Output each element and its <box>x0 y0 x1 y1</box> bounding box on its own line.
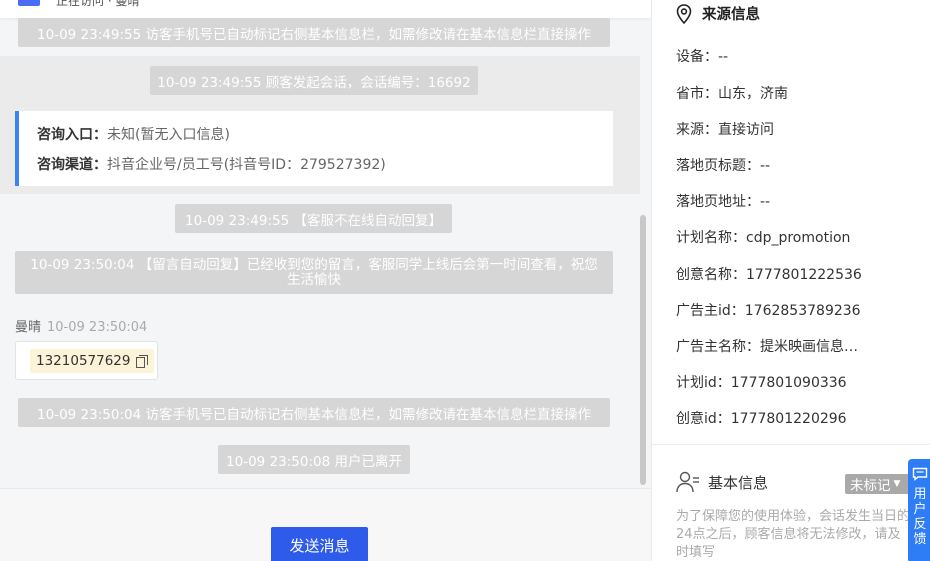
system-message: 10-09 23:50:08 用户已离开 <box>218 445 410 474</box>
info-row-advertiser-name: 广告主名称：提米映画信息科技 <box>676 339 866 355</box>
consult-entry-value: 未知(暂无入口信息) <box>107 127 230 143</box>
send-message-button[interactable]: 发送消息 <box>271 527 368 561</box>
info-row-landing-title: 落地页标题：-- <box>676 158 771 174</box>
system-message: 10-09 23:49:55 访客手机号已自动标记右侧基本信息栏，如需修改请在基… <box>18 18 610 47</box>
message-time: 10-09 23:50:04 <box>47 320 148 335</box>
feedback-label: 用户反馈 <box>913 487 927 547</box>
consult-info-card: 咨询入口：未知(暂无入口信息) 咨询渠道：抖音企业号/员工号(抖音号ID：279… <box>15 111 613 186</box>
chat-scrollbar[interactable] <box>640 215 646 485</box>
info-row-landing-url: 落地页地址：-- <box>676 194 771 210</box>
info-row-creative-name: 创意名称：1777801222536 <box>676 267 862 283</box>
info-row-city: 省市：山东，济南 <box>676 86 788 102</box>
system-message: 10-09 23:49:55 【客服不在线自动回复】 <box>175 204 452 233</box>
info-row-plan-name: 计划名称：cdp_promotion <box>676 230 851 246</box>
consult-entry-row: 咨询入口：未知(暂无入口信息) <box>37 124 230 144</box>
source-info-title: 来源信息 <box>702 7 760 23</box>
phone-number: 13210577629 <box>36 353 131 369</box>
consult-channel-label: 咨询渠道： <box>37 157 107 173</box>
chat-pane: 正在访问 · 曼晴 10-09 23:49:55 访客手机号已自动标记右侧基本信… <box>0 0 651 561</box>
info-row-creative-id: 创意id：1777801220296 <box>676 411 847 427</box>
mark-dropdown-value: 未标记 <box>850 478 891 494</box>
feedback-tab[interactable]: 用户反馈 <box>908 459 930 561</box>
info-row-source: 来源：直接访问 <box>676 122 774 138</box>
chat-bubble-icon <box>912 467 928 481</box>
basic-info-header: 基本信息 <box>676 471 768 493</box>
consult-entry-label: 咨询入口： <box>37 127 107 143</box>
sender-name: 曼晴 <box>15 320 42 335</box>
mark-dropdown[interactable]: 未标记 ▼ <box>845 474 909 494</box>
message-sender: 曼晴 10-09 23:50:04 <box>15 316 147 335</box>
chat-header-text: 正在访问 · 曼晴 <box>56 0 140 8</box>
chat-header-icon <box>18 0 40 6</box>
source-info-header: 来源信息 <box>676 3 760 24</box>
info-row-device: 设备：-- <box>676 49 729 65</box>
divider <box>652 444 930 445</box>
basic-info-note: 为了保障您的使用体验，会话发生当日的24点之后，顾客信息将无法修改，请及时填写 <box>676 509 911 560</box>
consult-channel-row: 咨询渠道：抖音企业号/员工号(抖音号ID：279527392) <box>37 154 386 174</box>
consult-channel-value: 抖音企业号/员工号(抖音号ID：279527392) <box>107 157 386 173</box>
message-bubble: 13210577629 <box>15 341 158 380</box>
location-pin-icon <box>676 3 692 24</box>
user-icon <box>676 471 699 493</box>
chevron-down-icon: ▼ <box>893 479 901 489</box>
info-row-advertiser-id: 广告主id：1762853789236 <box>676 303 861 319</box>
basic-info-title: 基本信息 <box>708 473 769 492</box>
copy-icon[interactable] <box>136 354 149 368</box>
system-message: 10-09 23:50:04 访客手机号已自动标记右侧基本信息栏，如需修改请在基… <box>18 398 610 427</box>
chat-header: 正在访问 · 曼晴 <box>0 0 651 18</box>
system-message: 10-09 23:49:55 顾客发起会话，会话编号：16692 <box>150 66 478 95</box>
info-row-plan-id: 计划id：1777801090336 <box>676 375 847 391</box>
system-message: 10-09 23:50:04 【留言自动回复】已经收到您的留言，客服同学上线后会… <box>15 251 613 294</box>
phone-chip[interactable]: 13210577629 <box>30 349 155 373</box>
info-pane: 来源信息 设备：-- 省市：山东，济南 来源：直接访问 落地页标题：-- 落地页… <box>651 0 930 561</box>
